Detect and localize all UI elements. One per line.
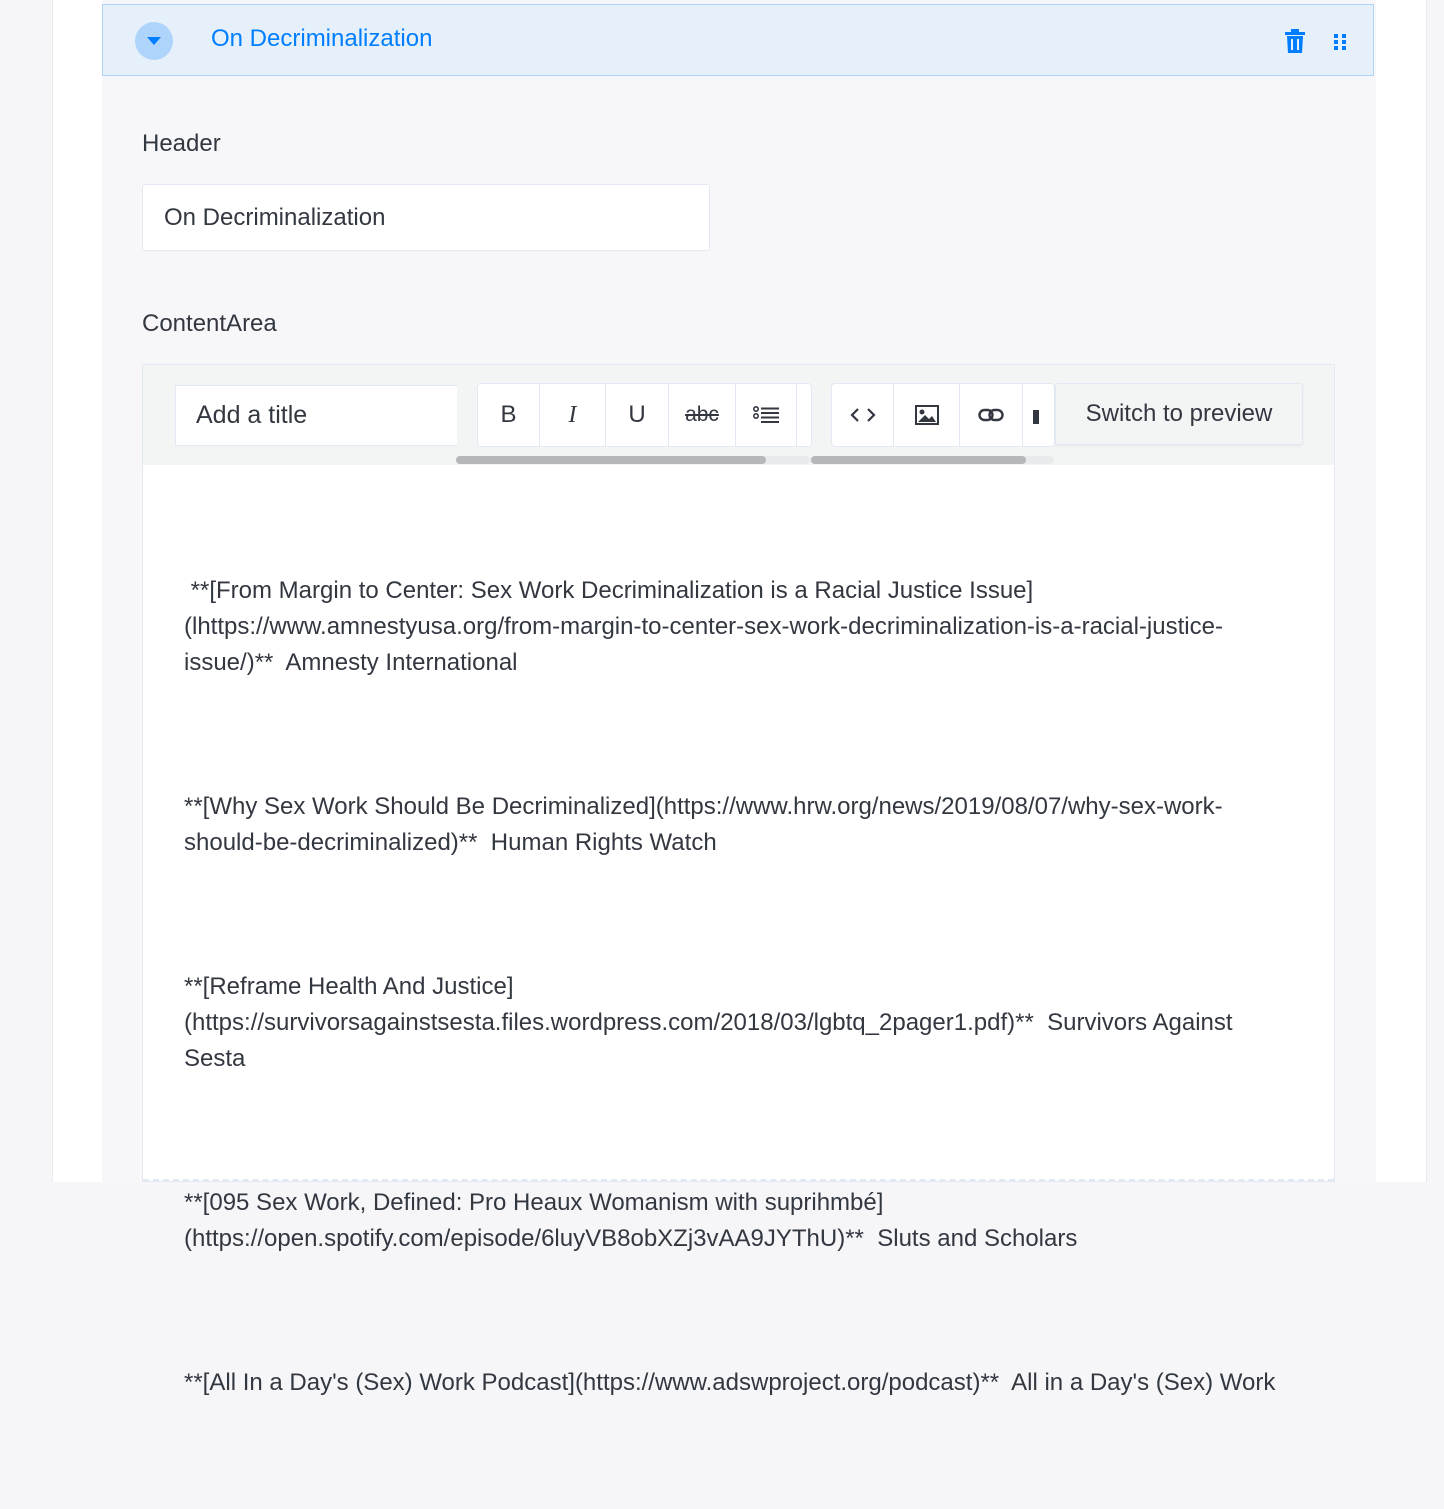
drag-handle-button[interactable]: [1333, 32, 1347, 52]
image-button[interactable]: [894, 384, 960, 446]
drag-handle-icon: [1334, 34, 1346, 50]
add-title-input[interactable]: [175, 385, 457, 446]
content-paragraph: **[From Margin to Center: Sex Work Decri…: [184, 577, 1223, 676]
bold-button[interactable]: B: [478, 384, 540, 446]
image-icon: [914, 405, 939, 425]
markdown-editor: B I U abc: [142, 364, 1335, 1396]
embed-icon: [1033, 410, 1039, 424]
insert-button-group: [831, 383, 1055, 447]
header-input[interactable]: [142, 184, 710, 251]
content-paragraph: **[All In a Day's (Sex) Work Podcast](ht…: [184, 1369, 1276, 1396]
trash-icon: [1285, 29, 1305, 53]
header-label: Header: [142, 130, 221, 157]
italic-button[interactable]: I: [540, 384, 606, 446]
chevron-down-icon: [147, 37, 161, 45]
link-button[interactable]: [960, 384, 1023, 446]
link-icon: [978, 408, 1004, 422]
code-button[interactable]: [832, 384, 894, 446]
format-button-group: B I U abc: [477, 383, 812, 447]
toolbar-scrollbar[interactable]: [456, 456, 810, 464]
scrollbar-thumb[interactable]: [456, 456, 766, 464]
component-header[interactable]: On Decriminalization: [102, 4, 1374, 76]
strikethrough-button[interactable]: abc: [669, 384, 736, 446]
ordered-list-button[interactable]: [797, 384, 811, 446]
content-paragraph: **[095 Sex Work, Defined: Pro Heaux Woma…: [184, 1189, 1078, 1252]
scrollbar-thumb[interactable]: [811, 456, 1026, 464]
content-paragraph: **[Why Sex Work Should Be Decriminalized…: [184, 793, 1223, 856]
embed-button[interactable]: [1023, 384, 1043, 446]
underline-button[interactable]: U: [606, 384, 669, 446]
component-title: On Decriminalization: [211, 25, 433, 52]
content-area-label: ContentArea: [142, 310, 277, 337]
bullet-list-button[interactable]: [736, 384, 797, 446]
dynamic-zone-component: On Decriminalization Header ContentArea: [102, 0, 1376, 1396]
code-icon: [849, 408, 876, 422]
switch-to-preview-button[interactable]: Switch to preview: [1055, 383, 1303, 445]
toolbar-scrollbar[interactable]: [810, 456, 1054, 464]
collapse-button[interactable]: [135, 22, 173, 60]
bullet-list-icon: [753, 406, 779, 423]
delete-button[interactable]: [1285, 29, 1305, 53]
editor-toolbar: B I U abc: [143, 365, 1334, 465]
editor-content[interactable]: **[From Margin to Center: Sex Work Decri…: [184, 501, 1294, 1509]
content-paragraph: **[Reframe Health And Justice](https://s…: [184, 973, 1240, 1072]
